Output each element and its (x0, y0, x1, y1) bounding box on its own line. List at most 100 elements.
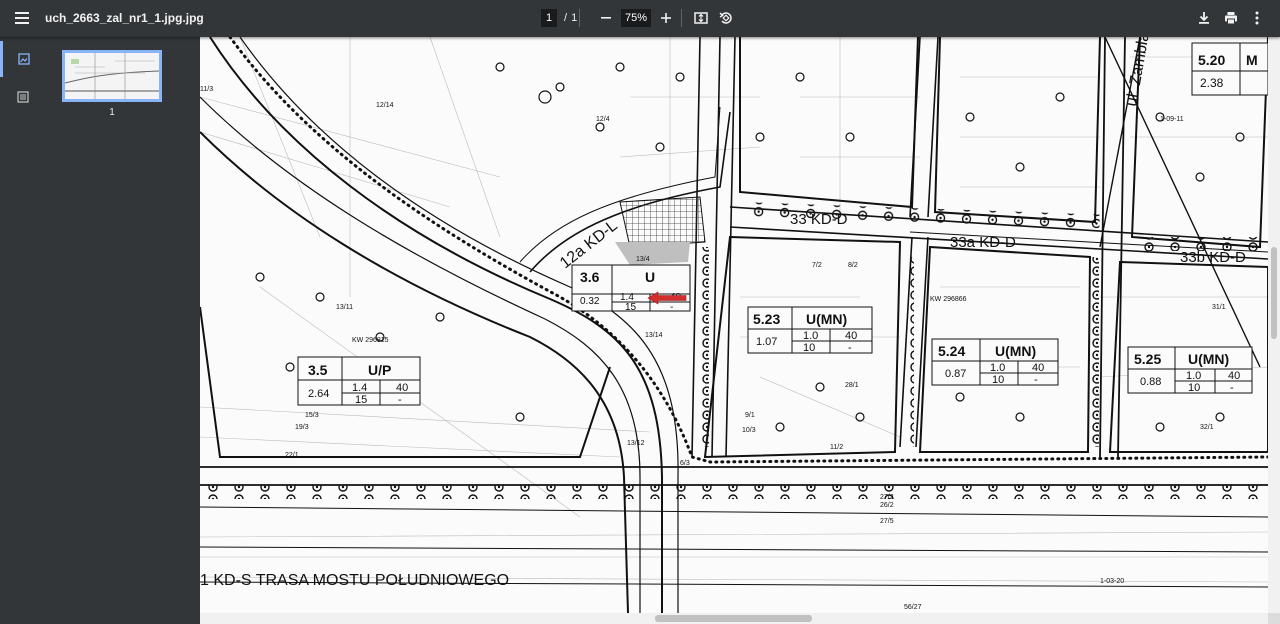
zoom-level-input[interactable]: 75% (621, 9, 651, 27)
vertical-scrollbar[interactable] (1268, 37, 1280, 613)
svg-text:26/2: 26/2 (880, 502, 894, 509)
vertical-scroll-thumb[interactable] (1271, 247, 1277, 339)
toolbar-divider (579, 9, 580, 27)
svg-text:28/1: 28/1 (845, 382, 859, 389)
toolbar-divider (681, 9, 682, 27)
svg-text:15/3: 15/3 (305, 412, 319, 419)
svg-text:0.87: 0.87 (945, 368, 966, 380)
road-label-trasa: 1 KD-S TRASA MOSTU POŁUDNIOWEGO (200, 572, 509, 589)
zone-5-20-table: 5.20 M 2.38 (1191, 42, 1268, 96)
svg-text:1.0: 1.0 (1186, 370, 1201, 382)
svg-text:6/3: 6/3 (680, 460, 690, 467)
zone-5-25-table: 5.25 U(MN) 0.88 1.0 40 10 - (1127, 346, 1253, 394)
svg-text:10/3: 10/3 (742, 427, 756, 434)
zoom-out-icon[interactable] (590, 2, 622, 34)
svg-text:27/2: 27/2 (880, 494, 894, 501)
thumbnail-preview-image (65, 53, 159, 99)
svg-text:31/1: 31/1 (1212, 304, 1226, 311)
svg-text:0.32: 0.32 (580, 296, 600, 307)
svg-text:1.07: 1.07 (756, 336, 777, 348)
horizontal-scrollbar[interactable] (200, 613, 1268, 624)
svg-text:3.5: 3.5 (308, 362, 328, 378)
svg-text:7/2: 7/2 (812, 262, 822, 269)
svg-text:10: 10 (803, 342, 815, 354)
road-label-33b: 33b KD-D (1180, 249, 1246, 266)
horizontal-scroll-thumb[interactable] (655, 615, 812, 622)
svg-text:10: 10 (1188, 382, 1200, 394)
zone-3-5-table: 3.5 U/P 2.64 1.4 40 15 - (297, 356, 421, 406)
svg-text:KW 296866: KW 296866 (930, 296, 967, 303)
page-separator: / (564, 12, 568, 24)
road-label-33: 33 KD-D (790, 211, 848, 228)
svg-text:15: 15 (625, 302, 637, 313)
zoom-in-icon[interactable] (650, 2, 682, 34)
svg-text:3.6: 3.6 (580, 269, 600, 285)
outline-icon (16, 91, 29, 103)
svg-text:9/1: 9/1 (745, 412, 755, 419)
svg-text:27/5: 27/5 (880, 518, 894, 525)
svg-text:2.38: 2.38 (1200, 76, 1224, 90)
scrollbar-corner (1268, 613, 1280, 624)
thumbnails-icon (18, 53, 30, 65)
svg-text:1.0: 1.0 (990, 362, 1005, 374)
svg-text:M: M (1246, 52, 1258, 68)
svg-text:-: - (1230, 382, 1234, 394)
svg-text:5.20: 5.20 (1198, 52, 1225, 68)
rotate-icon[interactable] (710, 2, 742, 34)
document-viewer[interactable]: 12a KD-L 33 KD-D 33a KD-D 33b KD-D 1 KD-… (200, 37, 1268, 613)
svg-text:40: 40 (845, 330, 857, 342)
svg-text:22/1: 22/1 (285, 452, 299, 459)
hatched-area (619, 196, 706, 248)
svg-text:U(MN): U(MN) (806, 311, 847, 327)
svg-text:12/14: 12/14 (376, 102, 394, 109)
svg-text:13/4: 13/4 (636, 256, 650, 263)
svg-text:KW 296815: KW 296815 (352, 337, 389, 344)
zone-3-6-table: 3.6 U 0.32 1.4 40 15 - (571, 264, 691, 313)
more-vert-icon[interactable] (1241, 2, 1273, 34)
svg-text:U(MN): U(MN) (1188, 351, 1229, 367)
svg-text:13/14: 13/14 (645, 332, 663, 339)
svg-text:1.4: 1.4 (352, 382, 367, 394)
map-image: 12a KD-L 33 KD-D 33a KD-D 33b KD-D 1 KD-… (200, 37, 1268, 613)
svg-text:U/P: U/P (368, 362, 391, 378)
svg-text:1.0: 1.0 (803, 330, 818, 342)
total-pages: 1 (571, 12, 578, 24)
zone-5-23-table: 5.23 U(MN) 1.07 1.0 40 10 - (747, 306, 873, 354)
thumbnails-tab[interactable] (0, 41, 45, 77)
svg-text:1-03-20: 1-03-20 (1100, 578, 1124, 585)
svg-text:-: - (398, 394, 402, 406)
svg-text:5.25: 5.25 (1134, 351, 1161, 367)
svg-text:8/2: 8/2 (848, 262, 858, 269)
outline-tab[interactable] (0, 79, 45, 115)
road-label-33a: 33a KD-D (950, 234, 1016, 251)
svg-text:U(MN): U(MN) (995, 343, 1036, 359)
pdf-toolbar: uch_2663_zal_nr1_1.jpg.jpg / 1 75% (0, 0, 1280, 37)
svg-text:40: 40 (1228, 370, 1240, 382)
svg-text:10: 10 (992, 374, 1004, 386)
svg-text:40: 40 (1032, 362, 1044, 374)
svg-text:13/11: 13/11 (336, 304, 353, 311)
svg-text:1-09-11: 1-09-11 (1160, 116, 1184, 123)
svg-text:11/3: 11/3 (200, 86, 213, 93)
menu-icon[interactable] (7, 2, 39, 34)
svg-text:15: 15 (355, 394, 367, 406)
svg-text:12/4: 12/4 (596, 116, 610, 123)
svg-text:19/3: 19/3 (295, 424, 309, 431)
svg-text:2.64: 2.64 (308, 388, 329, 400)
page-indicator: / 1 (541, 9, 577, 27)
page-number-input[interactable] (541, 9, 557, 27)
svg-text:0.88: 0.88 (1140, 376, 1161, 388)
svg-text:11/2: 11/2 (830, 444, 843, 451)
svg-text:-: - (1034, 374, 1038, 386)
document-title: uch_2663_zal_nr1_1.jpg.jpg (45, 11, 204, 25)
svg-text:32/1: 32/1 (1200, 424, 1214, 431)
svg-text:5.23: 5.23 (753, 311, 780, 327)
svg-text:56/27: 56/27 (904, 604, 922, 611)
page-thumbnail[interactable] (62, 50, 162, 102)
svg-text:-: - (848, 342, 852, 354)
zone-5-24-table: 5.24 U(MN) 0.87 1.0 40 10 - (931, 338, 1059, 386)
svg-text:U: U (645, 269, 655, 285)
svg-text:5.24: 5.24 (938, 343, 965, 359)
svg-text:40: 40 (396, 382, 408, 394)
svg-text:13/12: 13/12 (627, 440, 645, 447)
